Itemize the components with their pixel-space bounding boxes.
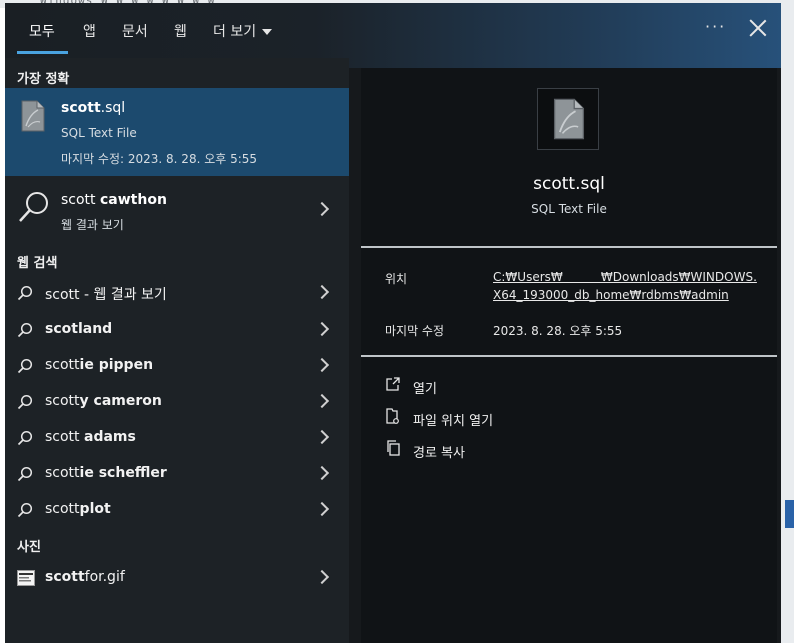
sql-file-icon	[553, 98, 585, 140]
search-icon	[19, 192, 48, 222]
chevron-right-icon	[314, 501, 330, 517]
location-label: 위치	[385, 272, 408, 286]
divider	[361, 355, 777, 357]
preview-file-name: scott.sql	[533, 174, 605, 194]
web-row-label: scottie pippen	[45, 357, 154, 373]
best-match-item[interactable]: scott.sql SQL Text File 마지막 수정: 2023. 8.…	[5, 88, 349, 176]
open-action-label: 열기	[413, 382, 437, 397]
open-action[interactable]: 열기	[385, 376, 685, 398]
best-match-modified: 마지막 수정: 2023. 8. 28. 오후 5:55	[61, 152, 258, 166]
web-row-label: scotty cameron	[45, 393, 162, 409]
web-row[interactable]: scottie scheffler	[5, 456, 349, 492]
copy-path-action[interactable]: 경로 복사	[385, 440, 685, 462]
preview-pane: scott.sql SQL Text File 위치 C:₩Users₩ ₩Do…	[361, 68, 777, 643]
web-search-header: 웹 검색	[17, 256, 58, 271]
search-panel: 모두 앱 문서 웹 더 보기 ··· 가장 정확 scott.sql SQL T…	[5, 3, 781, 643]
web-row-label: scottie scheffler	[45, 465, 167, 481]
copy-icon	[387, 440, 400, 456]
chevron-right-icon	[314, 465, 330, 481]
chevron-right-icon	[314, 429, 330, 445]
search-icon	[17, 285, 33, 301]
best-match-header: 가장 정확	[17, 72, 70, 87]
divider	[361, 246, 777, 248]
open-external-icon	[386, 377, 400, 391]
web-row[interactable]: scottplot	[5, 492, 349, 528]
tab-documents[interactable]: 문서	[122, 21, 148, 41]
modified-value: 2023. 8. 28. 오후 5:55	[493, 324, 623, 338]
sql-file-icon	[21, 100, 45, 132]
tab-web[interactable]: 웹	[174, 21, 187, 41]
best-match-type: SQL Text File	[61, 126, 137, 140]
search-icon	[17, 322, 33, 338]
chevron-right-icon	[314, 284, 330, 300]
results-list: 가장 정확 scott.sql SQL Text File 마지막 수정: 20…	[5, 58, 349, 643]
chevron-right-icon	[314, 201, 330, 217]
copy-path-label: 경로 복사	[413, 446, 465, 461]
preview-file-type: SQL Text File	[531, 202, 607, 216]
web-row[interactable]: scott adams	[5, 420, 349, 456]
web-row[interactable]: scotty cameron	[5, 384, 349, 420]
background-scrollbar	[785, 500, 794, 528]
chevron-right-icon	[314, 357, 330, 373]
close-icon[interactable]	[749, 19, 767, 37]
tab-apps[interactable]: 앱	[83, 21, 96, 41]
best-match-name: scott.sql	[61, 100, 126, 116]
preview-file-icon-frame	[537, 88, 599, 150]
location-value[interactable]: C:₩Users₩ ₩Downloads₩WINDOWS. X64_193000…	[493, 270, 757, 302]
photo-row-label: scottfor.gif	[45, 569, 125, 585]
chevron-right-icon	[314, 321, 330, 337]
modified-label: 마지막 수정	[385, 324, 445, 338]
image-thumbnail-icon	[17, 570, 35, 586]
open-file-location-action[interactable]: 파일 위치 열기	[385, 408, 685, 430]
web-suggestion-title: scott cawthon	[61, 192, 167, 208]
tab-bar: 모두 앱 문서 웹 더 보기 ···	[5, 3, 781, 58]
search-icon	[17, 466, 33, 482]
tab-all[interactable]: 모두	[29, 21, 55, 41]
web-row[interactable]: scotland	[5, 312, 349, 348]
location-line-2: X64_193000_db_home₩rdbms₩admin	[493, 288, 729, 302]
web-suggestion-top[interactable]: scott cawthon 웹 결과 보기	[5, 176, 349, 236]
chevron-right-icon	[314, 569, 330, 585]
open-file-location-label: 파일 위치 열기	[413, 414, 494, 429]
web-row-label: scottplot	[45, 501, 111, 517]
web-suggestion-sub: 웹 결과 보기	[61, 218, 124, 232]
web-row-label: scott adams	[45, 429, 136, 445]
search-icon	[17, 502, 33, 518]
active-tab-indicator	[17, 51, 68, 54]
more-options-button[interactable]: ···	[705, 17, 726, 36]
web-row[interactable]: scott - 웹 결과 보기	[5, 275, 349, 311]
search-icon	[17, 358, 33, 374]
web-row-label: scott - 웹 결과 보기	[45, 287, 167, 303]
web-row-label: scotland	[45, 321, 113, 337]
background-window-edge	[781, 0, 794, 643]
web-row[interactable]: scottie pippen	[5, 348, 349, 384]
chevron-down-icon	[262, 29, 273, 35]
folder-location-icon	[386, 408, 399, 424]
tab-more[interactable]: 더 보기	[213, 21, 273, 41]
chevron-right-icon	[314, 393, 330, 409]
search-icon	[17, 430, 33, 446]
photo-row[interactable]: scottfor.gif	[5, 560, 349, 596]
location-line-1: C:₩Users₩ ₩Downloads₩WINDOWS.	[493, 270, 757, 284]
search-icon	[17, 394, 33, 410]
photos-header: 사진	[17, 540, 41, 555]
tab-more-label: 더 보기	[213, 24, 257, 40]
